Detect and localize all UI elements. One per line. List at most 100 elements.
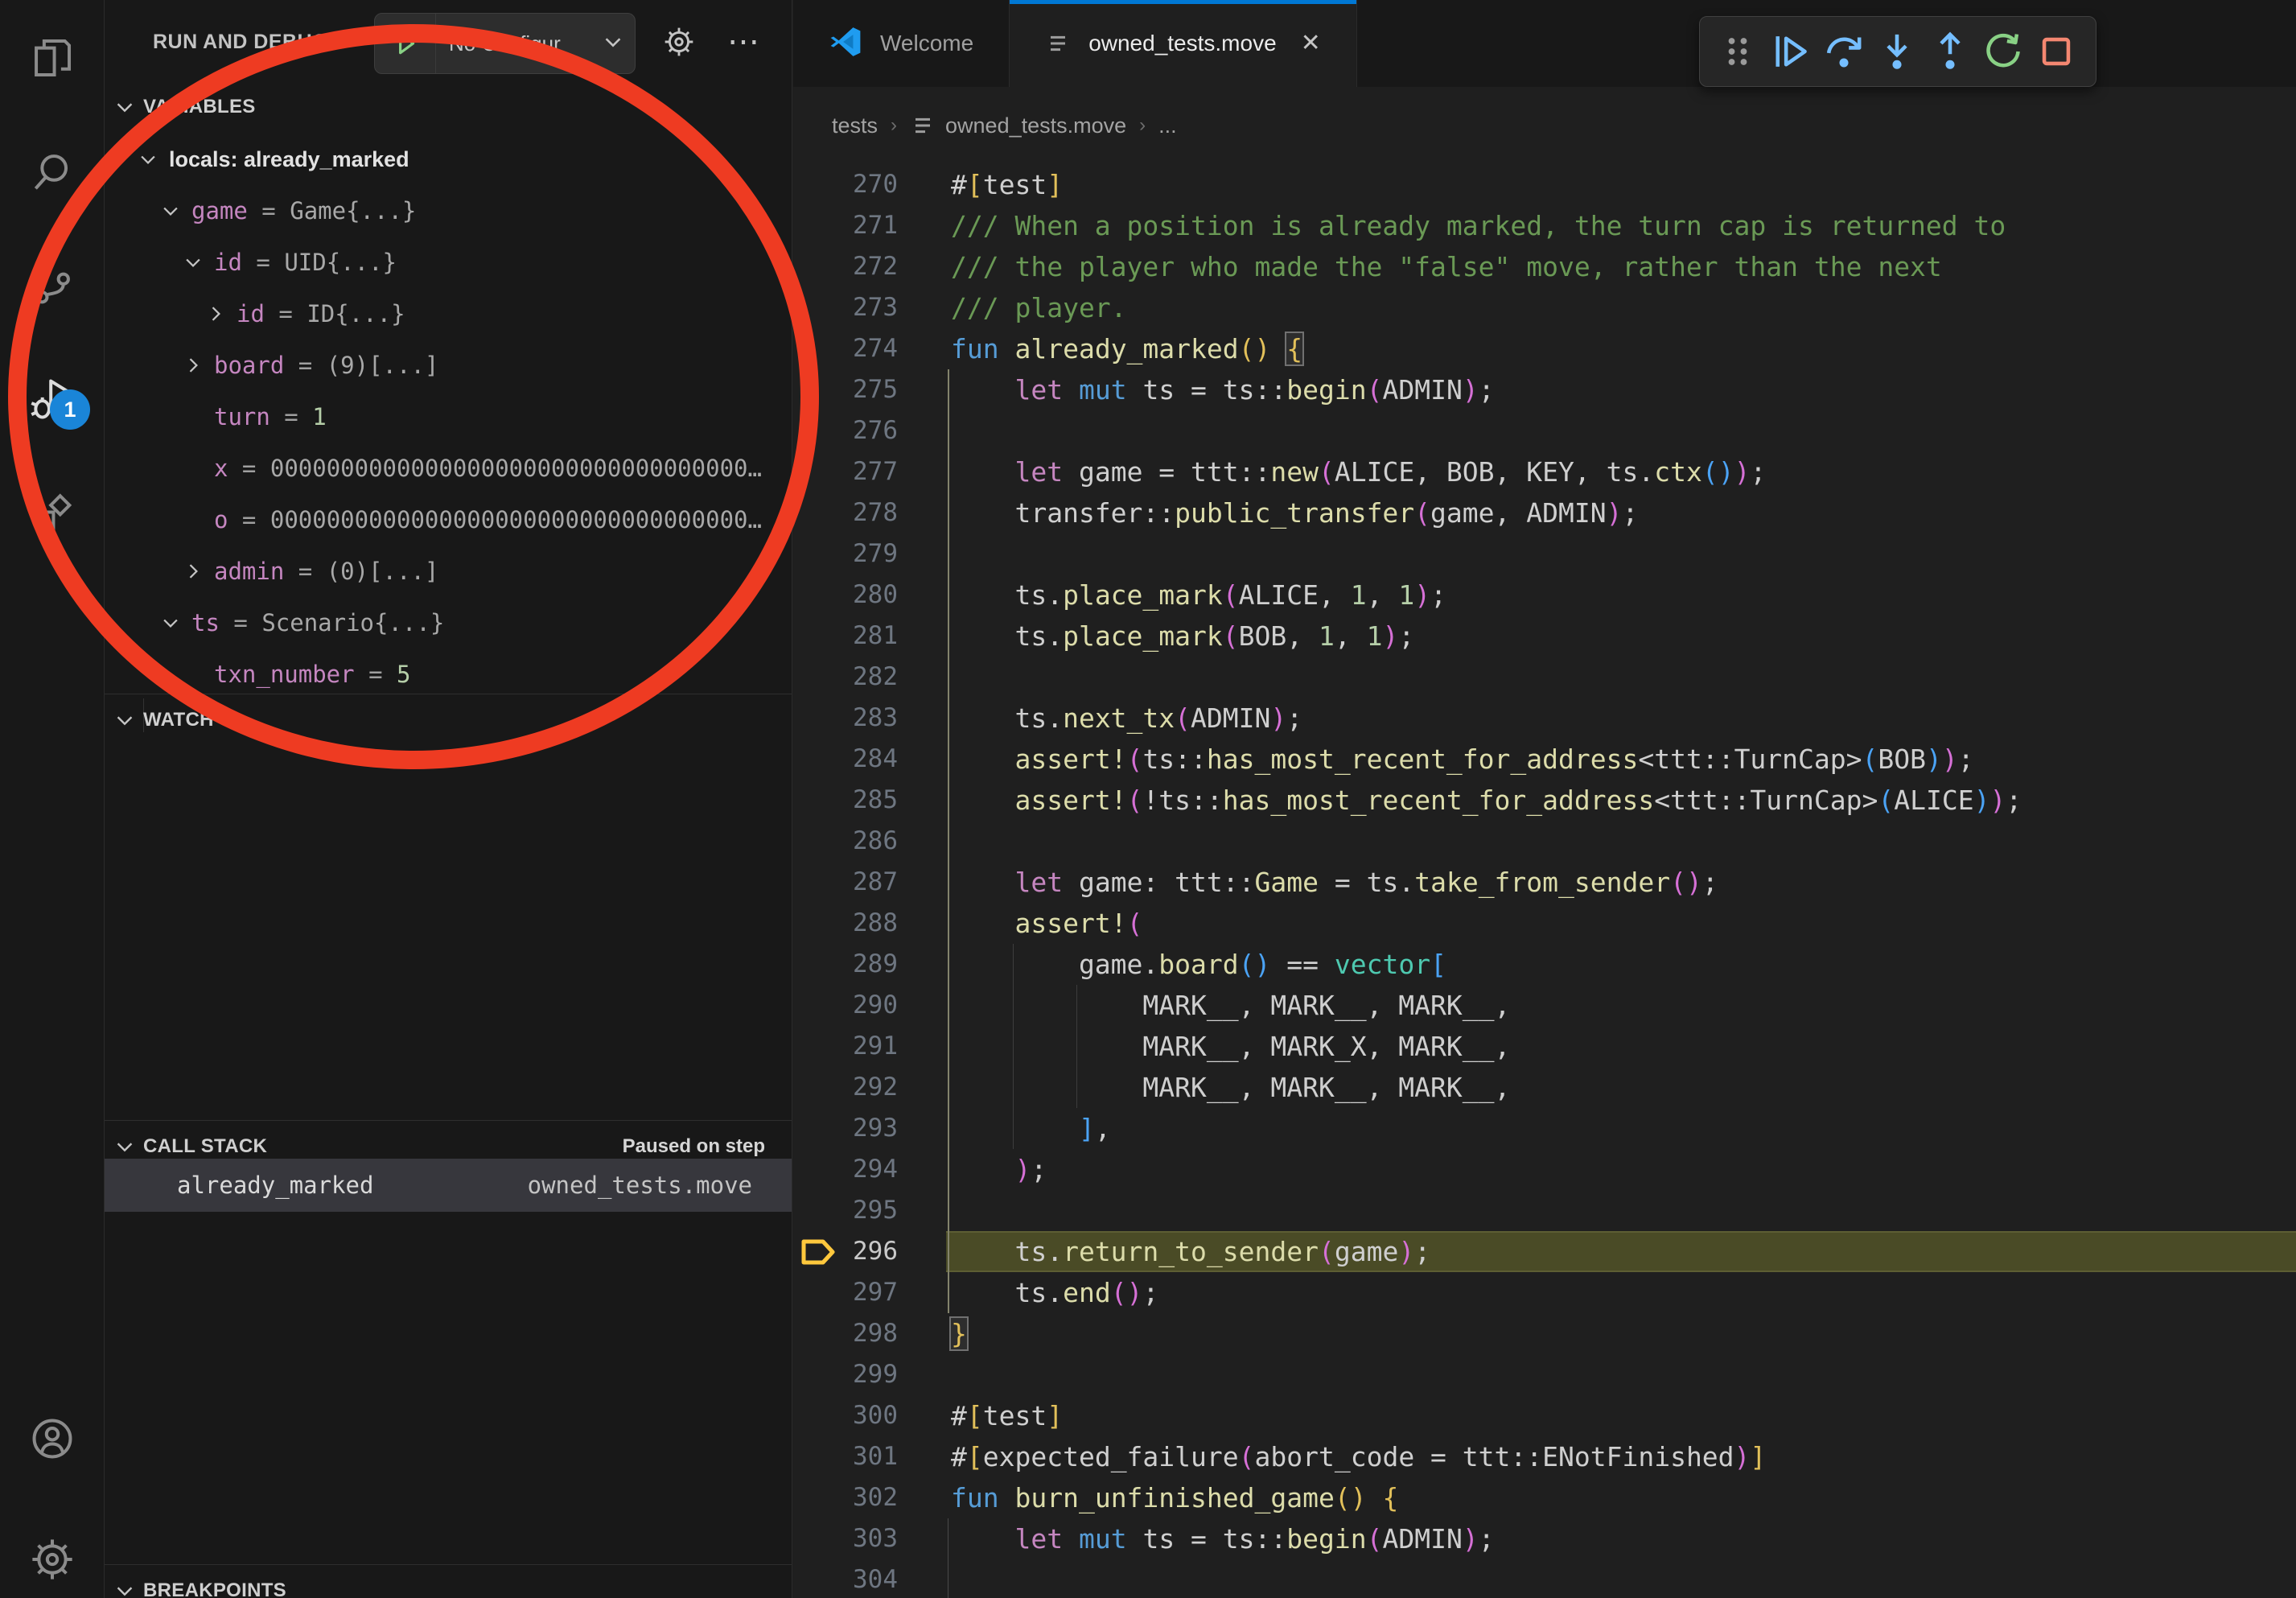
code-line[interactable]: 278 transfer::public_transfer(game, ADMI… [793, 492, 2296, 533]
call-stack-frame-row[interactable]: already_marked owned_tests.move [105, 1159, 792, 1212]
line-number[interactable]: 284 [817, 739, 898, 780]
line-number[interactable]: 278 [817, 492, 898, 533]
line-number[interactable]: 282 [817, 657, 898, 698]
line-number[interactable]: 294 [817, 1149, 898, 1190]
variable-row[interactable]: board = (9)[...] [105, 340, 792, 391]
code-line[interactable]: 275 let mut ts = ts::begin(ADMIN); [793, 369, 2296, 410]
code-line[interactable]: 279 [793, 533, 2296, 575]
restart-icon[interactable] [1977, 17, 2030, 86]
tab-welcome[interactable]: Welcome [793, 0, 1010, 87]
line-number[interactable]: 302 [817, 1477, 898, 1518]
code-line[interactable]: 272/// the player who made the "false" m… [793, 246, 2296, 287]
code-line[interactable]: 292 MARK__, MARK__, MARK__, [793, 1067, 2296, 1108]
code-line[interactable]: 290 MARK__, MARK__, MARK__, [793, 985, 2296, 1026]
variable-row[interactable]: id = UID{...} [105, 237, 792, 288]
line-number[interactable]: 304 [817, 1559, 898, 1598]
line-number[interactable]: 297 [817, 1272, 898, 1313]
chevron-right-icon[interactable] [182, 354, 214, 377]
line-number[interactable]: 303 [817, 1518, 898, 1559]
search-icon[interactable] [0, 126, 104, 219]
chevron-down-icon[interactable] [159, 200, 191, 222]
code-line[interactable]: 299 [793, 1354, 2296, 1395]
variable-row[interactable]: o = 000000000000000000000000000000000000… [105, 494, 792, 546]
code-line[interactable]: 285 assert!(!ts::has_most_recent_for_add… [793, 780, 2296, 821]
tab-owned-tests-move[interactable]: owned_tests.move ✕ [1010, 0, 1357, 87]
debug-config-dropdown[interactable]: No Configur [374, 13, 636, 74]
line-number[interactable]: 272 [817, 246, 898, 287]
chevron-right-icon[interactable] [204, 303, 237, 325]
extensions-icon[interactable] [0, 467, 104, 560]
line-number[interactable]: 271 [817, 205, 898, 246]
code-line[interactable]: 276 [793, 410, 2296, 451]
line-number[interactable]: 298 [817, 1313, 898, 1354]
line-number[interactable]: 283 [817, 698, 898, 739]
code-line[interactable]: 300#[test] [793, 1395, 2296, 1436]
stop-icon[interactable] [2030, 17, 2083, 86]
chevron-down-icon[interactable] [182, 251, 214, 274]
line-number[interactable]: 295 [817, 1190, 898, 1231]
line-number[interactable]: 270 [817, 164, 898, 205]
variable-row[interactable]: locals: already_marked [105, 134, 792, 185]
code-line[interactable]: 291 MARK__, MARK_X, MARK__, [793, 1026, 2296, 1067]
debug-start-icon[interactable] [375, 14, 436, 73]
close-icon[interactable]: ✕ [1301, 31, 1321, 56]
variable-row[interactable]: admin = (0)[...] [105, 546, 792, 597]
line-number[interactable]: 293 [817, 1108, 898, 1149]
line-number[interactable]: 288 [817, 903, 898, 944]
code-line[interactable]: 294 ); [793, 1149, 2296, 1190]
line-number[interactable]: 277 [817, 451, 898, 492]
line-number[interactable]: 289 [817, 944, 898, 985]
code-editor[interactable]: 270#[test]271/// When a position is alre… [793, 164, 2296, 1598]
line-number[interactable]: 273 [817, 287, 898, 328]
source-control-icon[interactable] [0, 238, 104, 332]
line-number[interactable]: 292 [817, 1067, 898, 1108]
line-number[interactable]: 301 [817, 1436, 898, 1477]
code-line[interactable]: 281 ts.place_mark(BOB, 1, 1); [793, 616, 2296, 657]
code-line[interactable]: 271/// When a position is already marked… [793, 205, 2296, 246]
code-line[interactable]: 301#[expected_failure(abort_code = ttt::… [793, 1436, 2296, 1477]
step-over-icon[interactable] [1817, 17, 1870, 86]
line-number[interactable]: 287 [817, 862, 898, 903]
variable-row[interactable]: ts = Scenario{...} [105, 597, 792, 649]
variable-row[interactable]: x = 000000000000000000000000000000000000… [105, 443, 792, 494]
line-number[interactable]: 275 [817, 369, 898, 410]
code-line[interactable]: 293 ], [793, 1108, 2296, 1149]
code-line[interactable]: 302fun burn_unfinished_game() { [793, 1477, 2296, 1518]
chevron-right-icon[interactable] [182, 560, 214, 583]
variable-row[interactable]: game = Game{...} [105, 185, 792, 237]
breadcrumb-folder[interactable]: tests [832, 113, 878, 138]
code-line[interactable]: 303 let mut ts = ts::begin(ADMIN); [793, 1518, 2296, 1559]
chevron-down-icon[interactable] [159, 612, 191, 634]
code-line[interactable]: 286 [793, 821, 2296, 862]
code-line[interactable]: 282 [793, 657, 2296, 698]
line-number[interactable]: 279 [817, 533, 898, 575]
line-number[interactable]: 300 [817, 1395, 898, 1436]
code-line[interactable]: 304 [793, 1559, 2296, 1598]
variable-row[interactable]: id = ID{...} [105, 288, 792, 340]
variable-row[interactable]: turn = 1 [105, 391, 792, 443]
line-number[interactable]: 286 [817, 821, 898, 862]
code-line[interactable]: 283 ts.next_tx(ADMIN); [793, 698, 2296, 739]
step-into-icon[interactable] [1870, 17, 1924, 86]
code-line[interactable]: 270#[test] [793, 164, 2296, 205]
drag-grip-icon[interactable] [1711, 17, 1764, 86]
variable-row[interactable]: txn_number = 5 [105, 649, 792, 700]
code-line[interactable]: 288 assert!( [793, 903, 2296, 944]
code-line[interactable]: 289 game.board() == vector[ [793, 944, 2296, 985]
code-line[interactable]: 297 ts.end(); [793, 1272, 2296, 1313]
line-number[interactable]: 299 [817, 1354, 898, 1395]
chevron-down-icon[interactable] [137, 148, 169, 171]
breadcrumb-symbol[interactable]: ... [1158, 113, 1177, 138]
code-line[interactable]: 274fun already_marked() { [793, 328, 2296, 369]
code-line[interactable]: 273/// player. [793, 287, 2296, 328]
code-line[interactable]: 280 ts.place_mark(ALICE, 1, 1); [793, 575, 2296, 616]
variables-section-header[interactable]: VARIABLES [105, 82, 792, 132]
code-line[interactable]: 298} [793, 1313, 2296, 1354]
line-number[interactable]: 290 [817, 985, 898, 1026]
code-line[interactable]: 284 assert!(ts::has_most_recent_for_addr… [793, 739, 2296, 780]
code-line[interactable]: 295 [793, 1190, 2296, 1231]
line-number[interactable]: 274 [817, 328, 898, 369]
code-line[interactable]: 296 ts.return_to_sender(game); [793, 1231, 2296, 1272]
line-number[interactable]: 280 [817, 575, 898, 616]
line-number[interactable]: 285 [817, 780, 898, 821]
